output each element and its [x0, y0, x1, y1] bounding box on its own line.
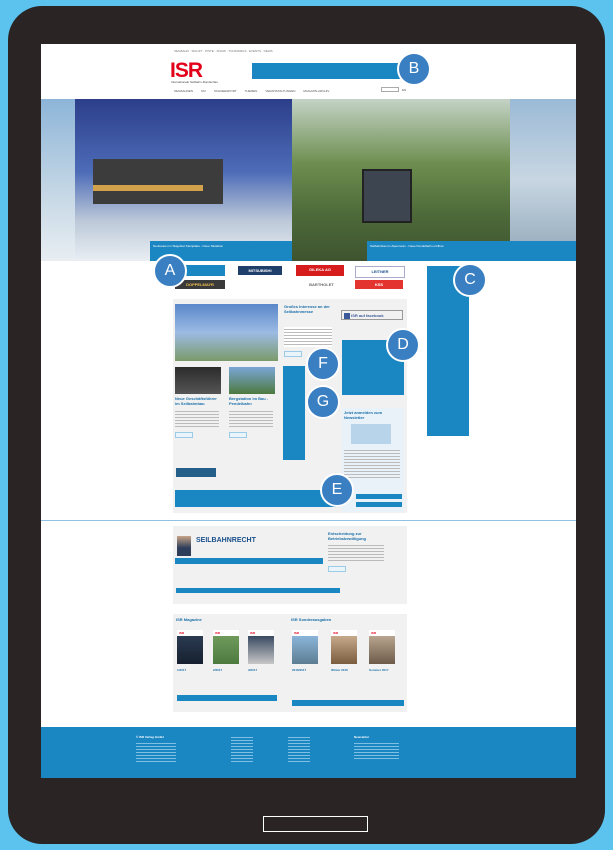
main-article-title[interactable]: Großes Interesse an der Seilbahnmesse: [284, 304, 334, 314]
nav-item[interactable]: THEMEN: [245, 89, 258, 93]
magazine-logo: ISR: [250, 631, 256, 635]
hero-slide-station[interactable]: Neubauten im Skigebiet Steinplatte - Neu…: [75, 99, 292, 261]
header-ad-banner[interactable]: [252, 63, 410, 79]
newsletter-more-button[interactable]: [356, 502, 402, 507]
article-teaser: [229, 409, 273, 429]
magazine-logo: ISR: [371, 631, 377, 635]
special-edition[interactable]: Sommer 2017: [369, 668, 389, 672]
search-input[interactable]: [381, 87, 399, 92]
section-divider: [41, 520, 576, 521]
newsletter-graphic: [351, 424, 391, 444]
magazine-cover[interactable]: ISR: [331, 630, 357, 664]
footer-links-2[interactable]: [288, 735, 310, 763]
magazine-cover[interactable]: ISR: [213, 630, 239, 664]
site-footer: © ISR Verlag GmbH Newsletter: [41, 727, 576, 778]
annotation-marker-f: F: [306, 347, 340, 381]
sponsor-logo[interactable]: GILEKA AG: [296, 265, 344, 276]
annotation-marker-b: B: [397, 52, 431, 86]
magazine-logo: ISR: [333, 631, 339, 635]
footer-newsletter-text: [354, 741, 399, 761]
all-articles-button[interactable]: [176, 468, 216, 477]
nav-item[interactable]: SKI: [201, 89, 206, 93]
magazine-issue[interactable]: 3/2017: [248, 668, 257, 672]
annotation-marker-e: E: [320, 473, 354, 507]
magazine-logo: ISR: [294, 631, 300, 635]
read-more-button[interactable]: [284, 351, 302, 357]
footer-company: © ISR Verlag GmbH: [136, 735, 164, 739]
facebook-button[interactable]: ISR auf facebook: [341, 310, 403, 320]
footer-newsletter-title: Newsletter: [354, 735, 370, 739]
facebook-label: ISR auf facebook: [351, 313, 384, 318]
hero-slide-left-edge[interactable]: [41, 99, 75, 261]
magazine-cover[interactable]: ISR: [292, 630, 318, 664]
logo-subtitle: Internationale Seilbahn-Rundschau: [171, 80, 218, 84]
article-image[interactable]: [175, 367, 221, 394]
nav-item[interactable]: SEILBAHNEN: [174, 89, 193, 93]
footer-address: [136, 741, 176, 763]
seilbahnrecht-all-button[interactable]: [176, 588, 340, 593]
special-edition[interactable]: Winter 2016: [331, 668, 348, 672]
magazine-logo: ISR: [215, 631, 221, 635]
seilbahnrecht-bar: [175, 558, 323, 564]
main-navigation: SEILBAHNEN SKI SCHNEESPORT THEMEN VERANS…: [174, 89, 329, 93]
main-article-teaser: [284, 327, 332, 347]
sponsor-logo[interactable]: BARTHOLET: [299, 280, 344, 289]
header-topline: SEILBAHN · SKILIFT · PISTE · SNOW · TOUR…: [174, 49, 273, 53]
hero-slide-right-edge[interactable]: [510, 99, 576, 261]
seilbahnrecht-label: SEILBAHNRECHT: [196, 537, 256, 544]
nav-item[interactable]: MAGAZIN-ARCHIV: [303, 89, 329, 93]
ad-slot-e[interactable]: [175, 490, 339, 507]
annotation-marker-d: D: [386, 328, 420, 362]
seilbahnrecht-title[interactable]: Entscheidung zur Betriebsbewilligung: [328, 531, 388, 541]
magazines-title: ISR Magazine: [176, 617, 202, 622]
annotation-marker-a: A: [153, 254, 187, 288]
magazine-cover[interactable]: ISR: [369, 630, 395, 664]
magazine-logo: ISR: [179, 631, 185, 635]
magazine-issue[interactable]: 1/2017: [177, 668, 186, 672]
magazine-cover[interactable]: ISR: [177, 630, 203, 664]
special-editions-all-button[interactable]: [292, 700, 404, 706]
magazines-all-button[interactable]: [177, 695, 277, 701]
article-teaser: [175, 409, 219, 429]
site-logo[interactable]: ISR: [170, 60, 203, 81]
ad-slot-f-g[interactable]: [283, 366, 305, 460]
magazine-issue[interactable]: 2/2017: [213, 668, 222, 672]
magazine-cover[interactable]: ISR: [248, 630, 274, 664]
facebook-icon: [344, 312, 350, 319]
main-article-image[interactable]: [175, 304, 278, 361]
home-button[interactable]: [263, 816, 368, 832]
sponsor-logo[interactable]: LEITNER: [355, 266, 405, 278]
nav-item[interactable]: SCHNEESPORT: [214, 89, 237, 93]
newsletter-title: Jetzt anmelden zum Newsletter: [344, 410, 383, 420]
special-edition[interactable]: 2016/2017: [292, 668, 306, 672]
article-title[interactable]: Bergstation im Bau - Pendelbahn: [229, 396, 275, 406]
author-photo[interactable]: [177, 536, 191, 556]
read-more-button[interactable]: [175, 432, 193, 438]
hero-caption-right: [510, 241, 576, 261]
read-more-button[interactable]: [328, 566, 346, 572]
read-more-button[interactable]: [229, 432, 247, 438]
hero-caption: Seilbahnbau im Alpenraum - Neue Pendelba…: [367, 241, 510, 261]
annotation-marker-c: C: [453, 263, 487, 297]
annotation-marker-g: G: [306, 385, 340, 419]
sponsor-logo[interactable]: MITSUBISHI: [238, 266, 282, 275]
newsletter-subscribe-button[interactable]: [356, 494, 402, 499]
nav-item[interactable]: VERANSTALTUNGEN: [265, 89, 295, 93]
article-title[interactable]: Neue Geschäftsführer im Seilbahnbau: [175, 396, 221, 406]
seilbahnrecht-teaser: [328, 543, 384, 563]
sponsor-logo[interactable]: KSS: [355, 280, 403, 289]
hero-slide-gondola[interactable]: Seilbahnbau im Alpenraum - Neue Pendelba…: [292, 99, 510, 261]
newsletter-text: [344, 448, 400, 478]
language-switch[interactable]: EN: [402, 88, 406, 92]
footer-links-1[interactable]: [231, 735, 253, 763]
special-editions-title: ISR Sonderausgaben: [291, 617, 332, 622]
article-image[interactable]: [229, 367, 275, 394]
